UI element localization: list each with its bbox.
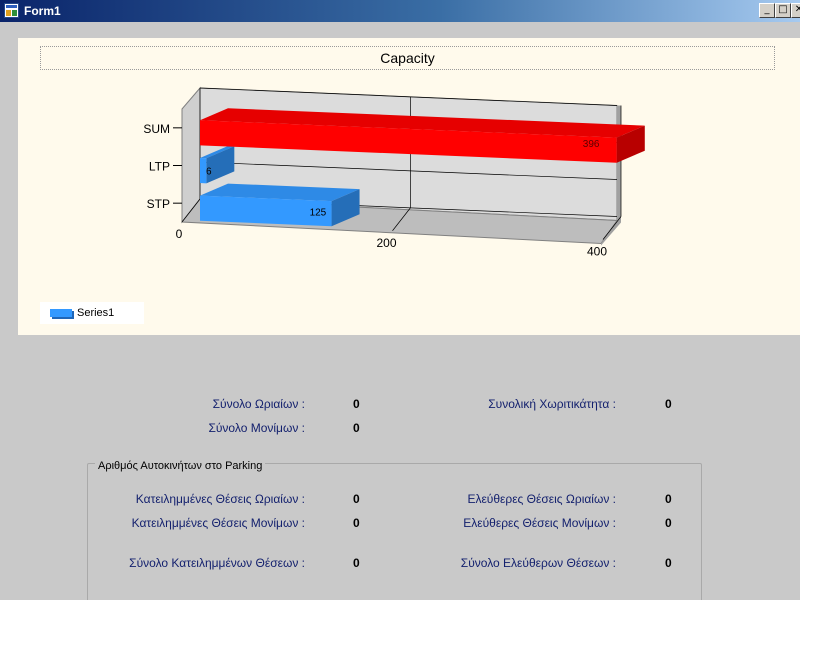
bar-sum-label: 396 bbox=[583, 139, 600, 150]
x-tick-label: 0 bbox=[176, 227, 183, 241]
free-hourly-label: Ελεύθερες Θέσεις Ωριαίων : bbox=[467, 492, 616, 506]
maximize-icon: □ bbox=[778, 4, 788, 15]
x-tick-label: 200 bbox=[376, 236, 396, 250]
capacity-chart: 0 200 400 STP LTP SUM 125 6 396 Capacity Series1 bbox=[18, 38, 800, 335]
occupied-hourly-label: Κατειλημμένες Θέσεις Ωριαίων : bbox=[135, 492, 305, 506]
chart-canvas: 0 200 400 STP LTP SUM 125 6 396 bbox=[143, 86, 645, 259]
x-tick-label: 400 bbox=[587, 245, 607, 259]
free-hourly-value: 0 bbox=[665, 492, 672, 506]
total-permanent-label: Σύνολο Μονίμων : bbox=[208, 421, 305, 435]
free-total-label: Σύνολο Ελεύθερων Θέσεων : bbox=[460, 556, 616, 570]
parking-groupbox bbox=[87, 463, 702, 600]
y-tick-label: LTP bbox=[149, 160, 170, 174]
maximize-button[interactable]: □ bbox=[775, 3, 791, 18]
occupied-permanent-label: Κατειλημμένες Θέσεις Μονίμων : bbox=[131, 516, 305, 530]
app-icon bbox=[4, 3, 19, 18]
free-total-value: 0 bbox=[665, 556, 672, 570]
total-hourly-label: Σύνολο Ωριαίων : bbox=[212, 397, 305, 411]
occupied-total-label: Σύνολο Κατειλημμένων Θέσεων : bbox=[129, 556, 305, 570]
close-icon: ✕ bbox=[794, 4, 800, 15]
parking-group-title: Αριθμός Αυτοκινήτων στο Parking bbox=[95, 460, 266, 472]
total-permanent-value: 0 bbox=[353, 421, 360, 435]
menu-strip bbox=[0, 22, 800, 38]
free-permanent-value: 0 bbox=[665, 516, 672, 530]
title-bar[interactable]: Form1 _ □ ✕ bbox=[0, 0, 800, 22]
y-tick-label: STP bbox=[147, 197, 170, 211]
total-capacity-label: Συνολική Χωριτικάτητα : bbox=[488, 397, 616, 411]
main-window: Form1 _ □ ✕ 0 200 400 STP LTP SUM 125 6 396 Capa… bbox=[0, 0, 800, 600]
y-tick-label: SUM bbox=[143, 122, 170, 136]
bar-stp-label: 125 bbox=[310, 207, 327, 218]
free-permanent-label: Ελεύθερες Θέσεις Μονίμων : bbox=[463, 516, 616, 530]
window-title: Form1 bbox=[24, 4, 61, 18]
chart-title: Capacity bbox=[40, 46, 775, 70]
total-capacity-value: 0 bbox=[665, 397, 672, 411]
chart-legend: Series1 bbox=[40, 302, 144, 324]
bar-ltp-label: 6 bbox=[206, 167, 212, 178]
legend-swatch bbox=[50, 309, 72, 317]
close-button[interactable]: ✕ bbox=[791, 3, 800, 18]
legend-label: Series1 bbox=[77, 307, 115, 319]
minimize-button[interactable]: _ bbox=[759, 3, 775, 18]
minimize-icon: _ bbox=[764, 4, 770, 15]
